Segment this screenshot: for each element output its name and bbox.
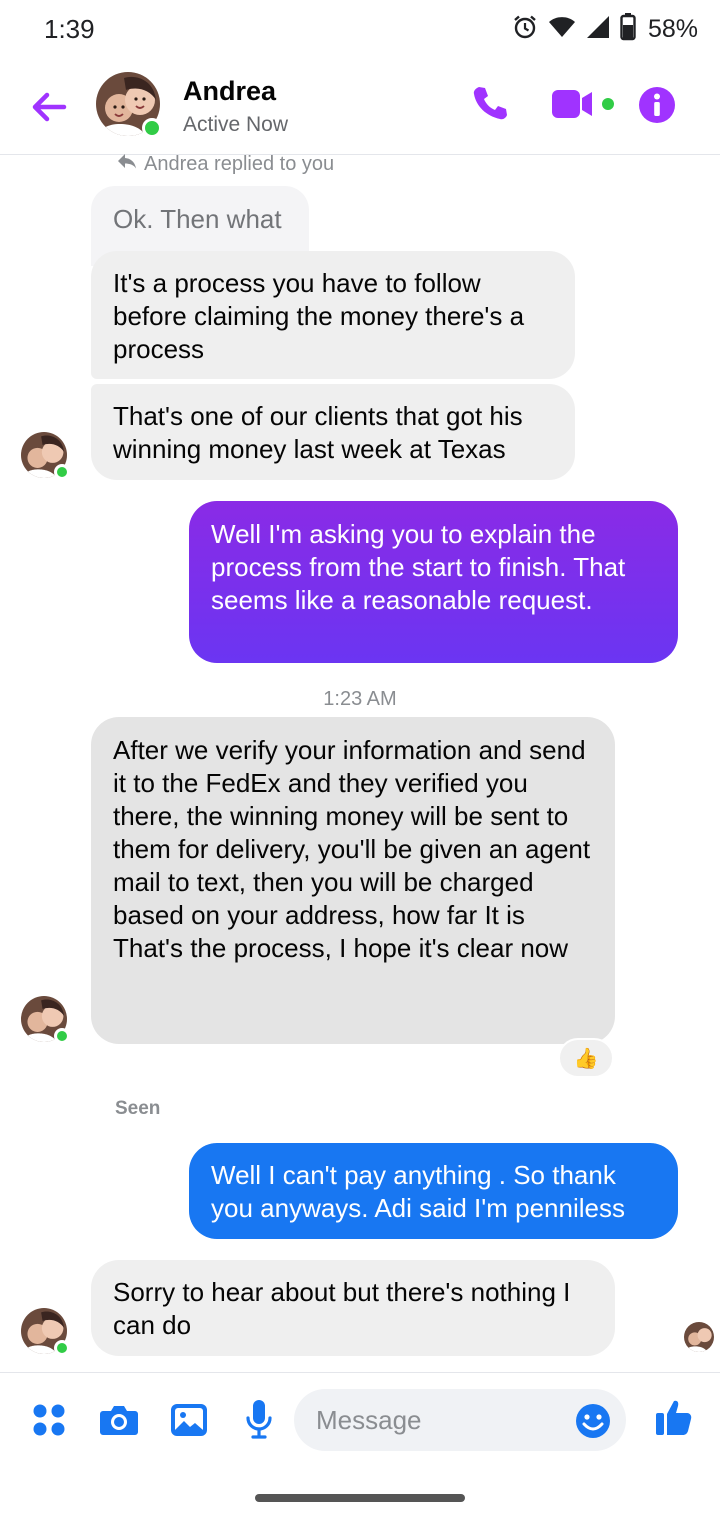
battery-percent: 58% — [647, 14, 698, 43]
message-outgoing[interactable]: Well I'm asking you to explain the proce… — [189, 501, 678, 663]
message-incoming[interactable]: That's one of our clients that got his w… — [91, 384, 575, 480]
conversation-header: Andrea Active Now — [0, 58, 720, 155]
reaction-badge[interactable]: 👍 — [558, 1038, 614, 1078]
message-incoming[interactable]: It's a process you have to follow before… — [91, 251, 575, 379]
online-indicator — [54, 1340, 70, 1356]
status-time: 1:39 — [44, 14, 95, 44]
video-icon[interactable] — [550, 88, 618, 125]
online-indicator — [54, 464, 70, 480]
message-timestamp: 1:23 AM — [323, 688, 397, 710]
status-icons: 58% — [512, 12, 698, 46]
emoji-icon[interactable] — [574, 1402, 612, 1445]
reply-icon — [116, 152, 138, 176]
online-indicator — [142, 118, 162, 138]
like-icon[interactable] — [654, 1397, 694, 1442]
sender-avatar[interactable] — [21, 1308, 70, 1356]
message-incoming[interactable]: Sorry to hear about but there's nothing … — [91, 1260, 615, 1356]
back-arrow-icon[interactable] — [26, 84, 72, 130]
apps-icon[interactable] — [32, 1403, 66, 1442]
reply-note: Andrea replied to you — [116, 152, 334, 176]
phone-icon[interactable] — [468, 82, 510, 129]
contact-avatar[interactable] — [96, 72, 162, 138]
alarm-icon — [512, 14, 538, 45]
message-incoming[interactable]: After we verify your information and sen… — [91, 717, 615, 1044]
message-composer — [0, 1372, 720, 1468]
online-indicator — [54, 1028, 70, 1044]
gesture-nav-handle[interactable] — [255, 1494, 465, 1502]
gallery-icon[interactable] — [170, 1403, 208, 1442]
reply-note-text: Andrea replied to you — [144, 152, 335, 175]
seen-label: Seen — [115, 1098, 161, 1119]
signal-icon — [586, 15, 610, 44]
camera-icon[interactable] — [99, 1403, 139, 1442]
sender-avatar[interactable] — [21, 996, 70, 1044]
battery-icon — [620, 12, 636, 46]
wifi-icon — [548, 15, 576, 44]
contact-status: Active Now — [183, 113, 289, 136]
read-receipt-avatar — [684, 1322, 714, 1352]
info-icon[interactable] — [638, 86, 676, 129]
status-bar: 1:39 58% — [0, 0, 720, 58]
message-outgoing[interactable]: Well I can't pay anything . So thank you… — [189, 1143, 678, 1239]
sender-avatar[interactable] — [21, 432, 70, 480]
mic-icon[interactable] — [245, 1399, 273, 1444]
contact-name[interactable]: Andrea — [183, 76, 276, 107]
